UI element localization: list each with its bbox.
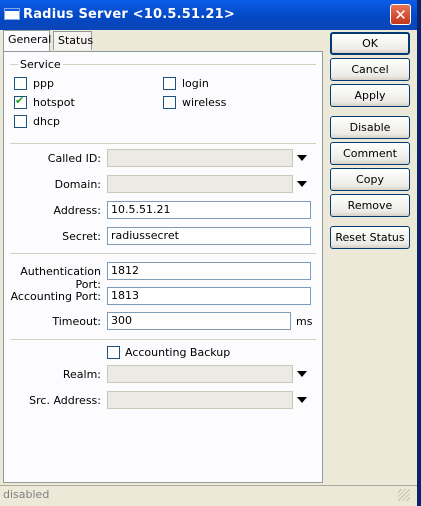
divider xyxy=(10,253,316,254)
timeout-label: Timeout: xyxy=(52,315,101,328)
login-label: login xyxy=(182,77,209,90)
wireless-checkbox[interactable] xyxy=(163,96,176,109)
dhcp-label: dhcp xyxy=(33,115,60,128)
acct-port-field[interactable]: 1813 xyxy=(107,287,311,305)
divider xyxy=(10,143,316,144)
called-id-label: Called ID: xyxy=(47,152,101,165)
cancel-button[interactable]: Cancel xyxy=(330,58,410,81)
realm-label: Realm: xyxy=(62,368,101,381)
called-id-field[interactable] xyxy=(107,149,293,167)
comment-button[interactable]: Comment xyxy=(330,142,410,165)
tab-general[interactable]: General xyxy=(3,30,51,51)
accounting-backup-label: Accounting Backup xyxy=(125,346,231,359)
hotspot-label: hotspot xyxy=(33,96,75,109)
disable-button[interactable]: Disable xyxy=(330,116,410,139)
copy-button[interactable]: Copy xyxy=(330,168,410,191)
reset-status-button[interactable]: Reset Status xyxy=(330,226,410,249)
tab-status[interactable]: Status xyxy=(53,31,93,50)
src-address-field[interactable] xyxy=(107,391,293,409)
radius-server-window: Radius Server <10.5.51.21> ✕ General Sta… xyxy=(0,0,421,506)
src-address-label: Src. Address: xyxy=(29,394,101,407)
close-icon[interactable]: ✕ xyxy=(390,4,411,25)
remove-button[interactable]: Remove xyxy=(330,194,410,217)
src-address-dropdown-icon[interactable] xyxy=(297,397,307,403)
accounting-backup-checkbox[interactable] xyxy=(107,346,120,359)
called-id-dropdown-icon[interactable] xyxy=(297,155,307,161)
domain-field[interactable] xyxy=(107,175,293,193)
realm-dropdown-icon[interactable] xyxy=(297,371,307,377)
secret-field[interactable]: radiussecret xyxy=(107,227,311,245)
domain-dropdown-icon[interactable] xyxy=(297,181,307,187)
title-bar[interactable]: Radius Server <10.5.51.21> ✕ xyxy=(0,0,417,30)
divider xyxy=(10,339,316,340)
window-icon xyxy=(4,8,20,20)
resize-grip-icon[interactable] xyxy=(398,489,410,501)
acct-port-label: Accounting Port: xyxy=(10,290,101,303)
address-label: Address: xyxy=(53,204,101,217)
login-checkbox[interactable] xyxy=(163,77,176,90)
timeout-unit: ms xyxy=(296,315,313,328)
ppp-label: ppp xyxy=(33,77,54,90)
address-field[interactable]: 10.5.51.21 xyxy=(107,201,311,219)
service-group-label: Service xyxy=(18,58,63,71)
timeout-field[interactable]: 300 xyxy=(107,312,291,330)
auth-port-field[interactable]: 1812 xyxy=(107,262,311,280)
wireless-label: wireless xyxy=(182,96,227,109)
apply-button[interactable]: Apply xyxy=(330,84,410,107)
dhcp-checkbox[interactable] xyxy=(14,115,27,128)
ok-button[interactable]: OK xyxy=(330,32,410,55)
ppp-checkbox[interactable] xyxy=(14,77,27,90)
window-title: Radius Server <10.5.51.21> xyxy=(23,7,236,22)
status-text: disabled xyxy=(3,488,50,501)
realm-field[interactable] xyxy=(107,365,293,383)
secret-label: Secret: xyxy=(62,230,101,243)
status-bar: disabled xyxy=(0,485,417,504)
auth-port-label: Authentication Port: xyxy=(20,265,101,291)
domain-label: Domain: xyxy=(54,178,101,191)
hotspot-checkbox[interactable] xyxy=(14,94,27,109)
